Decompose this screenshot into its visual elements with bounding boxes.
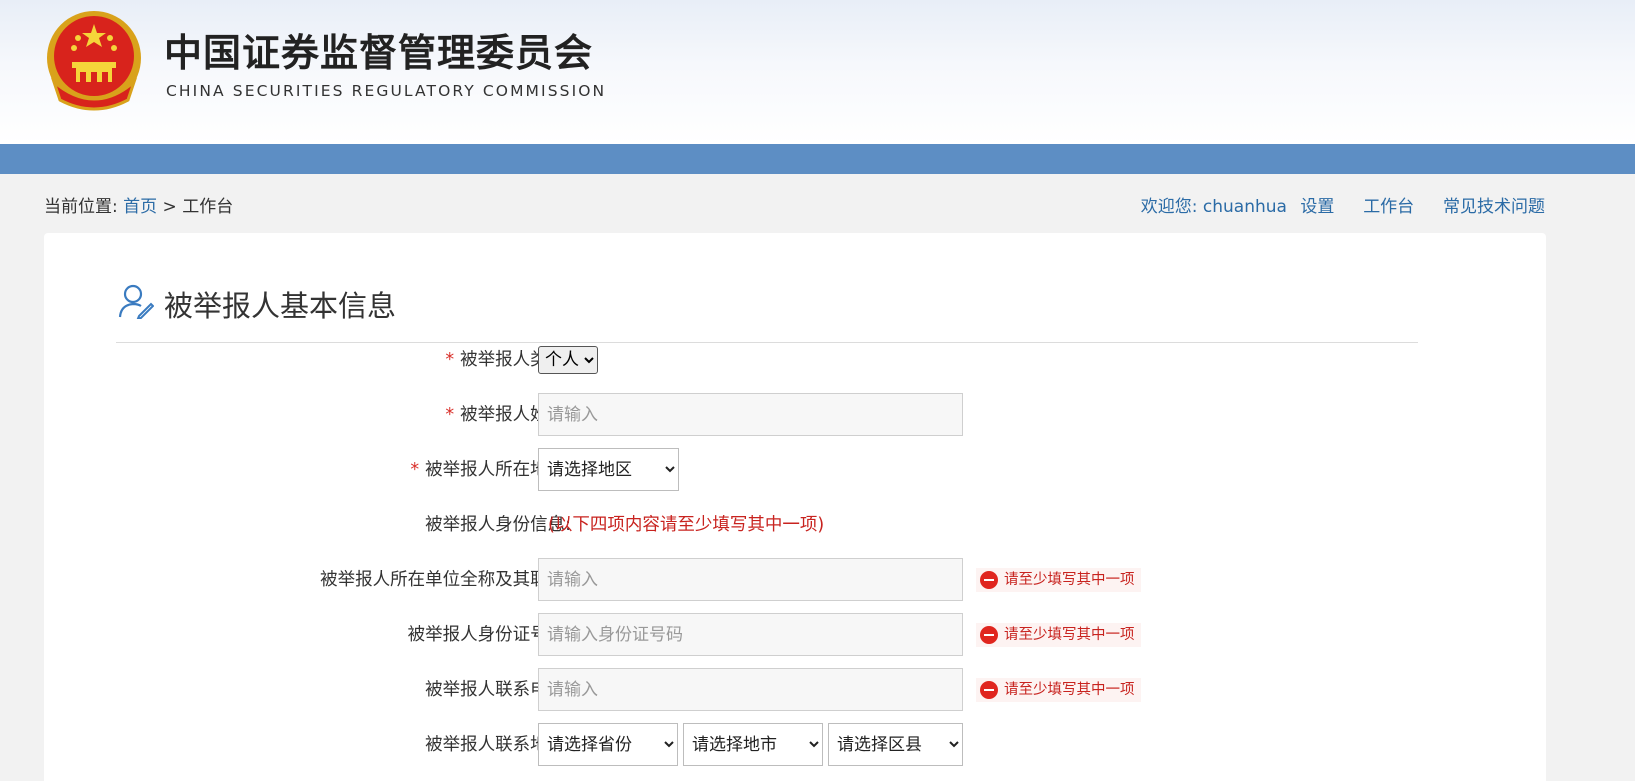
breadcrumb-separator: > bbox=[162, 197, 177, 217]
identity-hint: (以下四项内容请至少填写其中一项) bbox=[548, 515, 825, 535]
username: chuanhua bbox=[1202, 197, 1287, 217]
category-select[interactable]: 个人 bbox=[538, 346, 598, 374]
region-select[interactable]: 请选择地区 bbox=[538, 448, 679, 491]
form-panel: 被举报人基本信息 *被举报人类别: 个人 *被举报人姓名: *被举报人所在地区:… bbox=[44, 233, 1546, 781]
breadcrumb-home-link[interactable]: 首页 bbox=[123, 197, 157, 217]
employer-label: 被举报人所在单位全称及其职务: bbox=[320, 570, 571, 590]
id-number-error: 请至少填写其中一项 bbox=[976, 623, 1141, 647]
county-select[interactable]: 请选择区县 bbox=[828, 723, 963, 766]
site-header: 中国证券监督管理委员会 CHINA SECURITIES REGULATORY … bbox=[0, 0, 1635, 144]
national-emblem-icon bbox=[47, 11, 141, 111]
phone-input[interactable] bbox=[538, 668, 963, 711]
error-icon bbox=[980, 626, 998, 644]
row-category: * 被举报人类别: 个人 bbox=[44, 338, 1546, 382]
breadcrumb: 当前位置: 首页 > 工作台 bbox=[44, 192, 233, 217]
row-employer: 被举报人所在单位全称及其职务: 请至少填写其中一项 bbox=[44, 558, 1546, 602]
name-input[interactable] bbox=[538, 393, 963, 436]
settings-link[interactable]: 设置 bbox=[1300, 197, 1334, 217]
row-address: 被举报人联系地址: 请选择省份 请选择地市 请选择区县 bbox=[44, 723, 1546, 767]
row-region: * 被举报人所在地区: 请选择地区 bbox=[44, 448, 1546, 492]
faq-link[interactable]: 常见技术问题 bbox=[1443, 197, 1545, 217]
city-select[interactable]: 请选择地市 bbox=[683, 723, 823, 766]
province-select[interactable]: 请选择省份 bbox=[538, 723, 678, 766]
row-id-number: 被举报人身份证号码: 请至少填写其中一项 bbox=[44, 613, 1546, 657]
phone-error: 请至少填写其中一项 bbox=[976, 678, 1141, 702]
user-nav: 欢迎您: chuanhua 设置 工作台 常见技术问题 bbox=[1141, 192, 1545, 217]
section-divider bbox=[116, 285, 1418, 343]
row-phone: 被举报人联系电话: 请至少填写其中一项 bbox=[44, 668, 1546, 712]
breadcrumb-prefix: 当前位置: bbox=[44, 197, 118, 217]
site-title: 中国证券监督管理委员会 bbox=[164, 31, 594, 75]
site-subtitle: CHINA SECURITIES REGULATORY COMMISSION bbox=[166, 82, 607, 100]
welcome-text: 欢迎您: bbox=[1140, 197, 1198, 217]
employer-input[interactable] bbox=[538, 558, 963, 601]
workbench-link[interactable]: 工作台 bbox=[1363, 197, 1414, 217]
breadcrumb-current: 工作台 bbox=[182, 197, 234, 217]
row-identity: 被举报人身份信息: (以下四项内容请至少填写其中一项) bbox=[44, 503, 1546, 547]
error-icon bbox=[980, 571, 998, 589]
employer-error: 请至少填写其中一项 bbox=[976, 568, 1141, 592]
id-number-input[interactable] bbox=[538, 613, 963, 656]
row-name: * 被举报人姓名: bbox=[44, 393, 1546, 437]
nav-bar bbox=[0, 144, 1635, 174]
error-icon bbox=[980, 681, 998, 699]
